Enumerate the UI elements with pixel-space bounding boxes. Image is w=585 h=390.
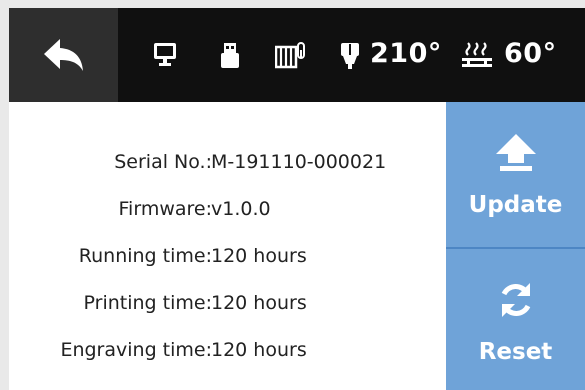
serial-label: Serial No.: [114, 151, 212, 173]
upload-arrow-icon [495, 134, 536, 171]
printing-time-value: 120 hours [211, 292, 307, 314]
status-bar: 210° 60° [9, 8, 585, 102]
action-divider [446, 247, 585, 249]
action-panel: Update Reset [446, 102, 585, 390]
reset-button[interactable]: Reset [446, 247, 585, 390]
display-icon[interactable] [153, 42, 177, 68]
usb-icon[interactable] [219, 42, 241, 69]
firmware-label: Firmware: [118, 198, 212, 220]
engraving-time-value: 120 hours [211, 339, 307, 361]
serial-value: M-191110-000021 [211, 151, 387, 173]
back-arrow-icon [43, 39, 83, 71]
reset-label: Reset [478, 339, 553, 365]
info-row-running-time: Running time: 120 hours [9, 245, 446, 275]
firmware-value: v1.0.0 [211, 198, 271, 220]
back-button[interactable] [9, 8, 118, 102]
nozzle-icon[interactable] [339, 42, 361, 70]
heat-icon[interactable] [461, 42, 495, 70]
info-row-printing-time: Printing time: 120 hours [9, 292, 446, 322]
printing-time-label: Printing time: [83, 292, 212, 314]
heatbed-icon[interactable] [275, 42, 307, 70]
info-row-engraving-time: Engraving time: 120 hours [9, 339, 446, 369]
update-button[interactable]: Update [446, 102, 585, 245]
printer-info-screen: 210° 60° Serial No.: M-191110-000021 Fir… [0, 0, 585, 390]
running-time-label: Running time: [78, 245, 212, 267]
info-row-firmware: Firmware: v1.0.0 [9, 198, 446, 228]
bed-temperature: 60° [504, 38, 557, 69]
engraving-time-label: Engraving time: [60, 339, 212, 361]
info-row-serial: Serial No.: M-191110-000021 [9, 151, 446, 181]
refresh-icon [501, 283, 530, 317]
screen-frame: 210° 60° Serial No.: M-191110-000021 Fir… [9, 8, 585, 390]
running-time-value: 120 hours [211, 245, 307, 267]
machine-info-panel: Serial No.: M-191110-000021 Firmware: v1… [9, 102, 446, 390]
nozzle-temperature: 210° [370, 38, 442, 69]
update-label: Update [468, 192, 563, 218]
